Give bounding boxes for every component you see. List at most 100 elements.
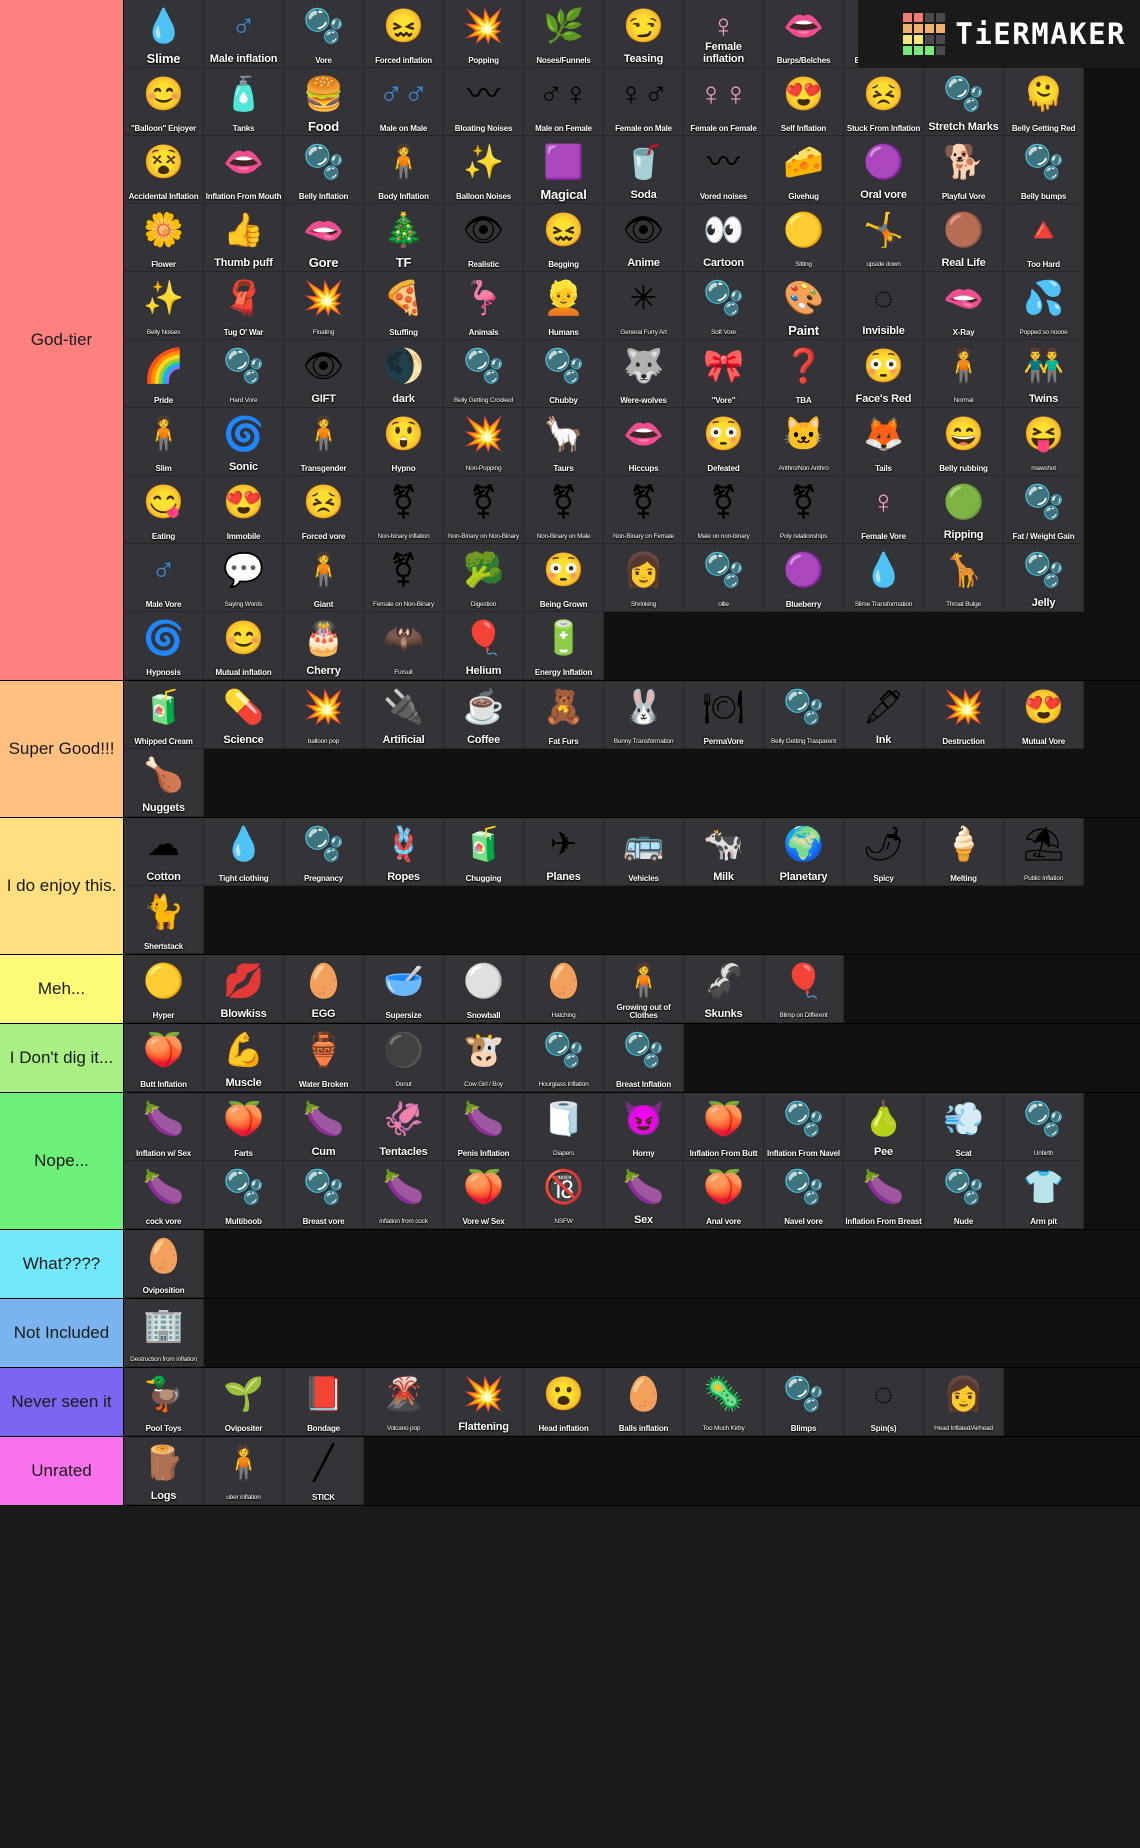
tier-item[interactable]: 🦆 Pool Toys bbox=[124, 1368, 204, 1436]
tier-label-god-tier[interactable]: God-tier bbox=[0, 0, 124, 680]
tier-item[interactable]: 🏺 Water Broken bbox=[284, 1024, 364, 1092]
tier-item[interactable]: 👁 Realistic bbox=[444, 204, 524, 272]
tier-item[interactable]: 🧣 Tug O' War bbox=[204, 272, 284, 340]
tier-item[interactable]: 🌒 dark bbox=[364, 340, 444, 408]
tier-item[interactable]: 🐕 Playful Vore bbox=[924, 136, 1004, 204]
tier-item[interactable]: ⚪ Snowball bbox=[444, 955, 524, 1023]
tier-item[interactable]: 😄 Belly rubbing bbox=[924, 408, 1004, 476]
tier-item[interactable]: 🫧 Chubby bbox=[524, 340, 604, 408]
tier-item[interactable]: ⚧ Male on non-binary bbox=[684, 476, 764, 544]
tier-item[interactable]: ♀♀ Female on Female bbox=[684, 68, 764, 136]
tier-item[interactable]: 🍗 Nuggets bbox=[124, 749, 204, 817]
tier-item[interactable]: 👍 Thumb puff bbox=[204, 204, 284, 272]
tier-item[interactable]: 🫠 Belly Getting Red bbox=[1004, 68, 1084, 136]
tier-item[interactable]: 🦩 Animals bbox=[444, 272, 524, 340]
tier-item[interactable]: 🍽 PermaVore bbox=[684, 681, 764, 749]
tier-item[interactable]: 🫧 Multiboob bbox=[204, 1161, 284, 1229]
tier-item[interactable]: 💊 Science bbox=[204, 681, 284, 749]
tier-item[interactable]: 🐺 Were-wolves bbox=[604, 340, 684, 408]
tier-item[interactable]: 🐰 Bunny Transformation bbox=[604, 681, 684, 749]
tier-item[interactable]: 🔺 Too Hard bbox=[1004, 204, 1084, 272]
tier-item[interactable]: 👀 Cartoon bbox=[684, 204, 764, 272]
tier-item[interactable]: 🍑 Vore w/ Sex bbox=[444, 1161, 524, 1229]
tier-item[interactable]: 🌼 Flower bbox=[124, 204, 204, 272]
tier-item[interactable]: 🐱 Anthro/Non Anthro bbox=[764, 408, 844, 476]
tier-item[interactable]: 🟢 Ripping bbox=[924, 476, 1004, 544]
tier-item[interactable]: 🟤 Real Life bbox=[924, 204, 1004, 272]
tier-item[interactable]: 😋 Eating bbox=[124, 476, 204, 544]
tier-item[interactable]: 🦨 Skunks bbox=[684, 955, 764, 1023]
tier-item[interactable]: 〰 Vored noises bbox=[684, 136, 764, 204]
tier-item[interactable]: 🦙 Taurs bbox=[524, 408, 604, 476]
tier-item[interactable]: 🫧 Breast Inflation bbox=[604, 1024, 684, 1092]
tier-item[interactable]: ⚧ Non-Binary on Male bbox=[524, 476, 604, 544]
tier-item[interactable]: 🧻 Diapers bbox=[524, 1093, 604, 1161]
tier-item[interactable]: 🦊 Tails bbox=[844, 408, 924, 476]
tier-item[interactable]: 😲 Hypno bbox=[364, 408, 444, 476]
tier-item[interactable]: 😖 Begging bbox=[524, 204, 604, 272]
tier-item[interactable]: 🚌 Vehicles bbox=[604, 818, 684, 886]
tier-item[interactable]: ◌ Spin(s) bbox=[844, 1368, 924, 1436]
tier-item[interactable]: 🧍 uber inflation bbox=[204, 1437, 284, 1505]
tier-item[interactable]: 🫧 Vore bbox=[284, 0, 364, 68]
tier-item[interactable]: 💧 Slime Transformation bbox=[844, 544, 924, 612]
tier-item[interactable]: 🎨 Paint bbox=[764, 272, 844, 340]
tier-item[interactable]: 😊 Mutual inflation bbox=[204, 612, 284, 680]
tier-item[interactable]: 👄 Inflation From Mouth bbox=[204, 136, 284, 204]
tier-item[interactable]: 👬 Twins bbox=[1004, 340, 1084, 408]
tier-item[interactable]: 🫧 Soft Vore bbox=[684, 272, 764, 340]
tier-item[interactable]: 🫦 Gore bbox=[284, 204, 364, 272]
tier-item[interactable]: 🟡 Hyper bbox=[124, 955, 204, 1023]
tier-item[interactable]: 👕 Arm pit bbox=[1004, 1161, 1084, 1229]
tier-item[interactable]: ♀ Female inflation bbox=[684, 0, 764, 68]
tier-item[interactable]: 🫧 Belly Getting Crooked bbox=[444, 340, 524, 408]
tier-item[interactable]: ╱ STICK bbox=[284, 1437, 364, 1505]
tier-item[interactable]: 🥣 Supersize bbox=[364, 955, 444, 1023]
tier-item[interactable]: 👄 Hiccups bbox=[604, 408, 684, 476]
tier-item[interactable]: 🧴 Tanks bbox=[204, 68, 284, 136]
tier-item[interactable]: 🧃 Chugging bbox=[444, 818, 524, 886]
tier-item[interactable]: ⚧ Poly relationships bbox=[764, 476, 844, 544]
tier-item[interactable]: ♀♂ Female on Male bbox=[604, 68, 684, 136]
tier-item[interactable]: 🍆 Penis Inflation bbox=[444, 1093, 524, 1161]
tier-item[interactable]: 🫧 Inflation From Navel bbox=[764, 1093, 844, 1161]
tier-item[interactable]: 😖 Forced inflation bbox=[364, 0, 444, 68]
tier-item[interactable]: 😵 Accidental Inflation bbox=[124, 136, 204, 204]
tier-label-nope[interactable]: Nope... bbox=[0, 1093, 124, 1229]
tier-item[interactable]: 🌶 Spicy bbox=[844, 818, 924, 886]
tier-item[interactable]: 👄 Burps/Belches bbox=[764, 0, 844, 68]
tier-item[interactable]: 🟣 Blueberry bbox=[764, 544, 844, 612]
tier-item[interactable]: ☕ Coffee bbox=[444, 681, 524, 749]
tier-item[interactable]: 💋 Blowkiss bbox=[204, 955, 284, 1023]
tier-item[interactable]: 🌀 Hypnosis bbox=[124, 612, 204, 680]
tier-item[interactable]: 👩 Head Inflated/Airhead bbox=[924, 1368, 1004, 1436]
tier-item[interactable]: 💨 Scat bbox=[924, 1093, 1004, 1161]
tier-item[interactable]: 🌈 Pride bbox=[124, 340, 204, 408]
tier-item[interactable]: 💬 Saying Words bbox=[204, 544, 284, 612]
tier-item[interactable]: 💦 Popped so noone bbox=[1004, 272, 1084, 340]
tier-item[interactable]: 😍 Self Inflation bbox=[764, 68, 844, 136]
tier-item[interactable]: ♂♀ Male on Female bbox=[524, 68, 604, 136]
tier-item[interactable]: 🍆 cock vore bbox=[124, 1161, 204, 1229]
tier-item[interactable]: 🍆 Inflation w/ Sex bbox=[124, 1093, 204, 1161]
tier-item[interactable]: 🫧 Blimps bbox=[764, 1368, 844, 1436]
tier-item[interactable]: 🫧 Nude bbox=[924, 1161, 1004, 1229]
tier-item[interactable]: 😳 Defeated bbox=[684, 408, 764, 476]
tier-label-i-do-enjoy-this[interactable]: I do enjoy this. bbox=[0, 818, 124, 954]
tier-item[interactable]: 🐈 Shertstack bbox=[124, 886, 204, 954]
tier-item[interactable]: 👱 Humans bbox=[524, 272, 604, 340]
tier-item[interactable]: 🏢 Destruction from inflation bbox=[124, 1299, 204, 1367]
tier-item[interactable]: 🔌 Artificial bbox=[364, 681, 444, 749]
tier-item[interactable]: 🎂 Cherry bbox=[284, 612, 364, 680]
tier-item[interactable]: ♀ Female Vore bbox=[844, 476, 924, 544]
tier-item[interactable]: 🧍 Growing out of Clothes bbox=[604, 955, 684, 1023]
tier-item[interactable]: 🥚 Hatching bbox=[524, 955, 604, 1023]
tier-item[interactable]: 😳 Being Grown bbox=[524, 544, 604, 612]
tier-item[interactable]: 👁 GIFT bbox=[284, 340, 364, 408]
tier-item[interactable]: 🍐 Pee bbox=[844, 1093, 924, 1161]
tier-item[interactable]: 💥 Non-Popping bbox=[444, 408, 524, 476]
tier-item[interactable]: 👩 Shrinking bbox=[604, 544, 684, 612]
tier-item[interactable]: 💥 balloon pop bbox=[284, 681, 364, 749]
tier-item[interactable]: 🥚 EGG bbox=[284, 955, 364, 1023]
tier-item[interactable]: 😣 Stuck From Inflation bbox=[844, 68, 924, 136]
